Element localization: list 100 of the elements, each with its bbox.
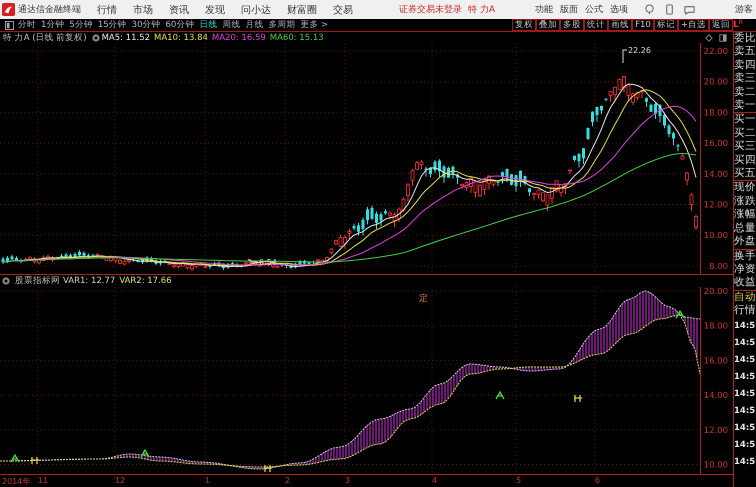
quote-label: 总量: [734, 222, 756, 236]
period-tab[interactable]: 月线: [245, 19, 264, 31]
quote-label: 外盘: [734, 235, 756, 248]
logo-icon: [2, 3, 15, 16]
stock-name: 特 力A: [468, 4, 496, 16]
axis-label: 22.00: [704, 47, 728, 57]
ticks-title: 行情: [734, 304, 756, 318]
ma-value: MA5: 11.52: [102, 32, 150, 42]
menu-item[interactable]: 功能: [535, 3, 554, 16]
quote-label: 现价: [734, 180, 756, 195]
signal-label: 定: [419, 293, 428, 303]
chat-icon[interactable]: [684, 4, 696, 15]
tick-time: 14:5: [734, 388, 756, 401]
axis-label: 12.00: [704, 200, 728, 210]
low-price-label: 6.54: [259, 258, 277, 267]
toolbar-button[interactable]: F10: [632, 19, 654, 31]
toolbar-button[interactable]: 多股: [560, 19, 584, 31]
period-tab[interactable]: 1分钟: [41, 19, 64, 31]
date-label: 2: [285, 476, 290, 485]
axis-label: 16.00: [704, 356, 728, 366]
axis-label: 14.00: [704, 170, 728, 180]
ma-value: MA10: 13.84: [154, 32, 208, 42]
toolbar-button[interactable]: 画线: [608, 19, 632, 31]
quote-label: 卖一: [734, 99, 756, 114]
tick-time: 14:5: [734, 320, 756, 333]
quote-label: 卖二: [734, 86, 756, 99]
tick-time: 14:5: [734, 404, 756, 418]
signal-marker-icon: [140, 448, 150, 458]
panel-toggle-icon[interactable]: [5, 20, 14, 30]
quote-label: 买三: [734, 140, 756, 154]
period-tab[interactable]: 30分钟: [132, 19, 160, 31]
tick-time: 14:5: [734, 336, 756, 350]
menu-item[interactable]: 问小达: [241, 2, 271, 16]
period-tab[interactable]: 周线: [222, 19, 240, 31]
phone-icon[interactable]: [664, 4, 676, 15]
menu-item[interactable]: 版面: [560, 3, 578, 16]
period-tab[interactable]: 15分钟: [98, 19, 127, 31]
date-label: 12: [115, 476, 126, 485]
date-label: 1: [205, 476, 210, 485]
toolbar-button[interactable]: 标记: [654, 19, 678, 31]
auto-label[interactable]: 自动: [734, 290, 756, 304]
period-tab[interactable]: 日线: [199, 19, 218, 31]
signal-marker-icon: [30, 456, 40, 465]
tick-time: 14:5: [734, 438, 756, 452]
period-tab[interactable]: 60分钟: [166, 19, 194, 31]
signal-marker-icon: [10, 454, 20, 463]
date-label: 3: [345, 476, 350, 485]
menu-item[interactable]: 行情: [97, 2, 117, 16]
axis-label: 20.00: [704, 78, 728, 88]
toolbar-button[interactable]: 复权: [512, 19, 536, 31]
period-tab[interactable]: 多周期: [268, 19, 296, 31]
quote-label: 委比: [734, 32, 756, 45]
signal-marker-icon: [573, 394, 583, 403]
quote-label: 净资: [734, 262, 756, 276]
axis-label: 20.00: [704, 287, 728, 297]
date-label: 6: [595, 476, 600, 485]
tick-time: 14:5: [734, 456, 756, 469]
quote-label: 涨跌: [734, 194, 756, 208]
menu-item[interactable]: 交易: [333, 2, 353, 16]
high-price-label: 22.26: [628, 46, 651, 55]
quote-label: 卖四: [734, 58, 756, 72]
toolbar-button[interactable]: +自选: [678, 19, 709, 31]
axis-label: 18.00: [704, 108, 728, 118]
date-label: 11: [38, 476, 48, 485]
toolbar-button[interactable]: 返回: [709, 19, 733, 31]
period-tab[interactable]: 5分钟: [69, 19, 93, 31]
menu-item[interactable]: 选项: [610, 3, 628, 16]
menu-item[interactable]: 发现: [205, 2, 225, 16]
menu-item[interactable]: 资讯: [169, 2, 189, 16]
quote-label: 买四: [734, 154, 756, 168]
signal-marker-icon: [495, 390, 505, 400]
quote-label: 买二: [734, 126, 756, 140]
chart-title: 特 力A (日线 前复权): [3, 32, 87, 44]
indicator-value: VAR1: 12.77: [63, 276, 116, 286]
menu-item[interactable]: 市场: [133, 2, 153, 16]
signal-marker-icon: [263, 464, 273, 473]
app-title: 通达信金融终端: [18, 4, 81, 16]
quote-label: 卖五: [734, 45, 756, 59]
toolbar-button[interactable]: 叠加: [536, 19, 560, 31]
period-tab[interactable]: 更多 >: [300, 19, 328, 31]
tick-time: 14:5: [734, 370, 756, 384]
quote-label: 换手: [734, 248, 756, 263]
quote-label: 卖三: [734, 72, 756, 86]
quote-label: 收益: [734, 276, 756, 290]
panel-label: L: [733, 19, 739, 31]
diamond-icon[interactable]: [705, 34, 713, 42]
user-label[interactable]: 游客: [735, 3, 754, 16]
axis-label: 12.00: [704, 426, 728, 436]
axis-label: 18.00: [704, 322, 728, 332]
axis-label: 10.00: [704, 231, 728, 242]
signal-marker-icon: [675, 310, 685, 319]
axis-label: 8.00: [709, 262, 728, 272]
date-label: 5: [516, 476, 522, 485]
menu-item[interactable]: 公式: [585, 3, 604, 16]
menu-item[interactable]: 财富圈: [287, 2, 317, 16]
low-marker-icon: [248, 258, 258, 262]
date-label: 4: [432, 476, 438, 485]
toolbar-button[interactable]: 统计: [584, 19, 608, 31]
period-tab[interactable]: 分时: [18, 19, 36, 31]
window-toggle-icon[interactable]: [719, 34, 727, 42]
